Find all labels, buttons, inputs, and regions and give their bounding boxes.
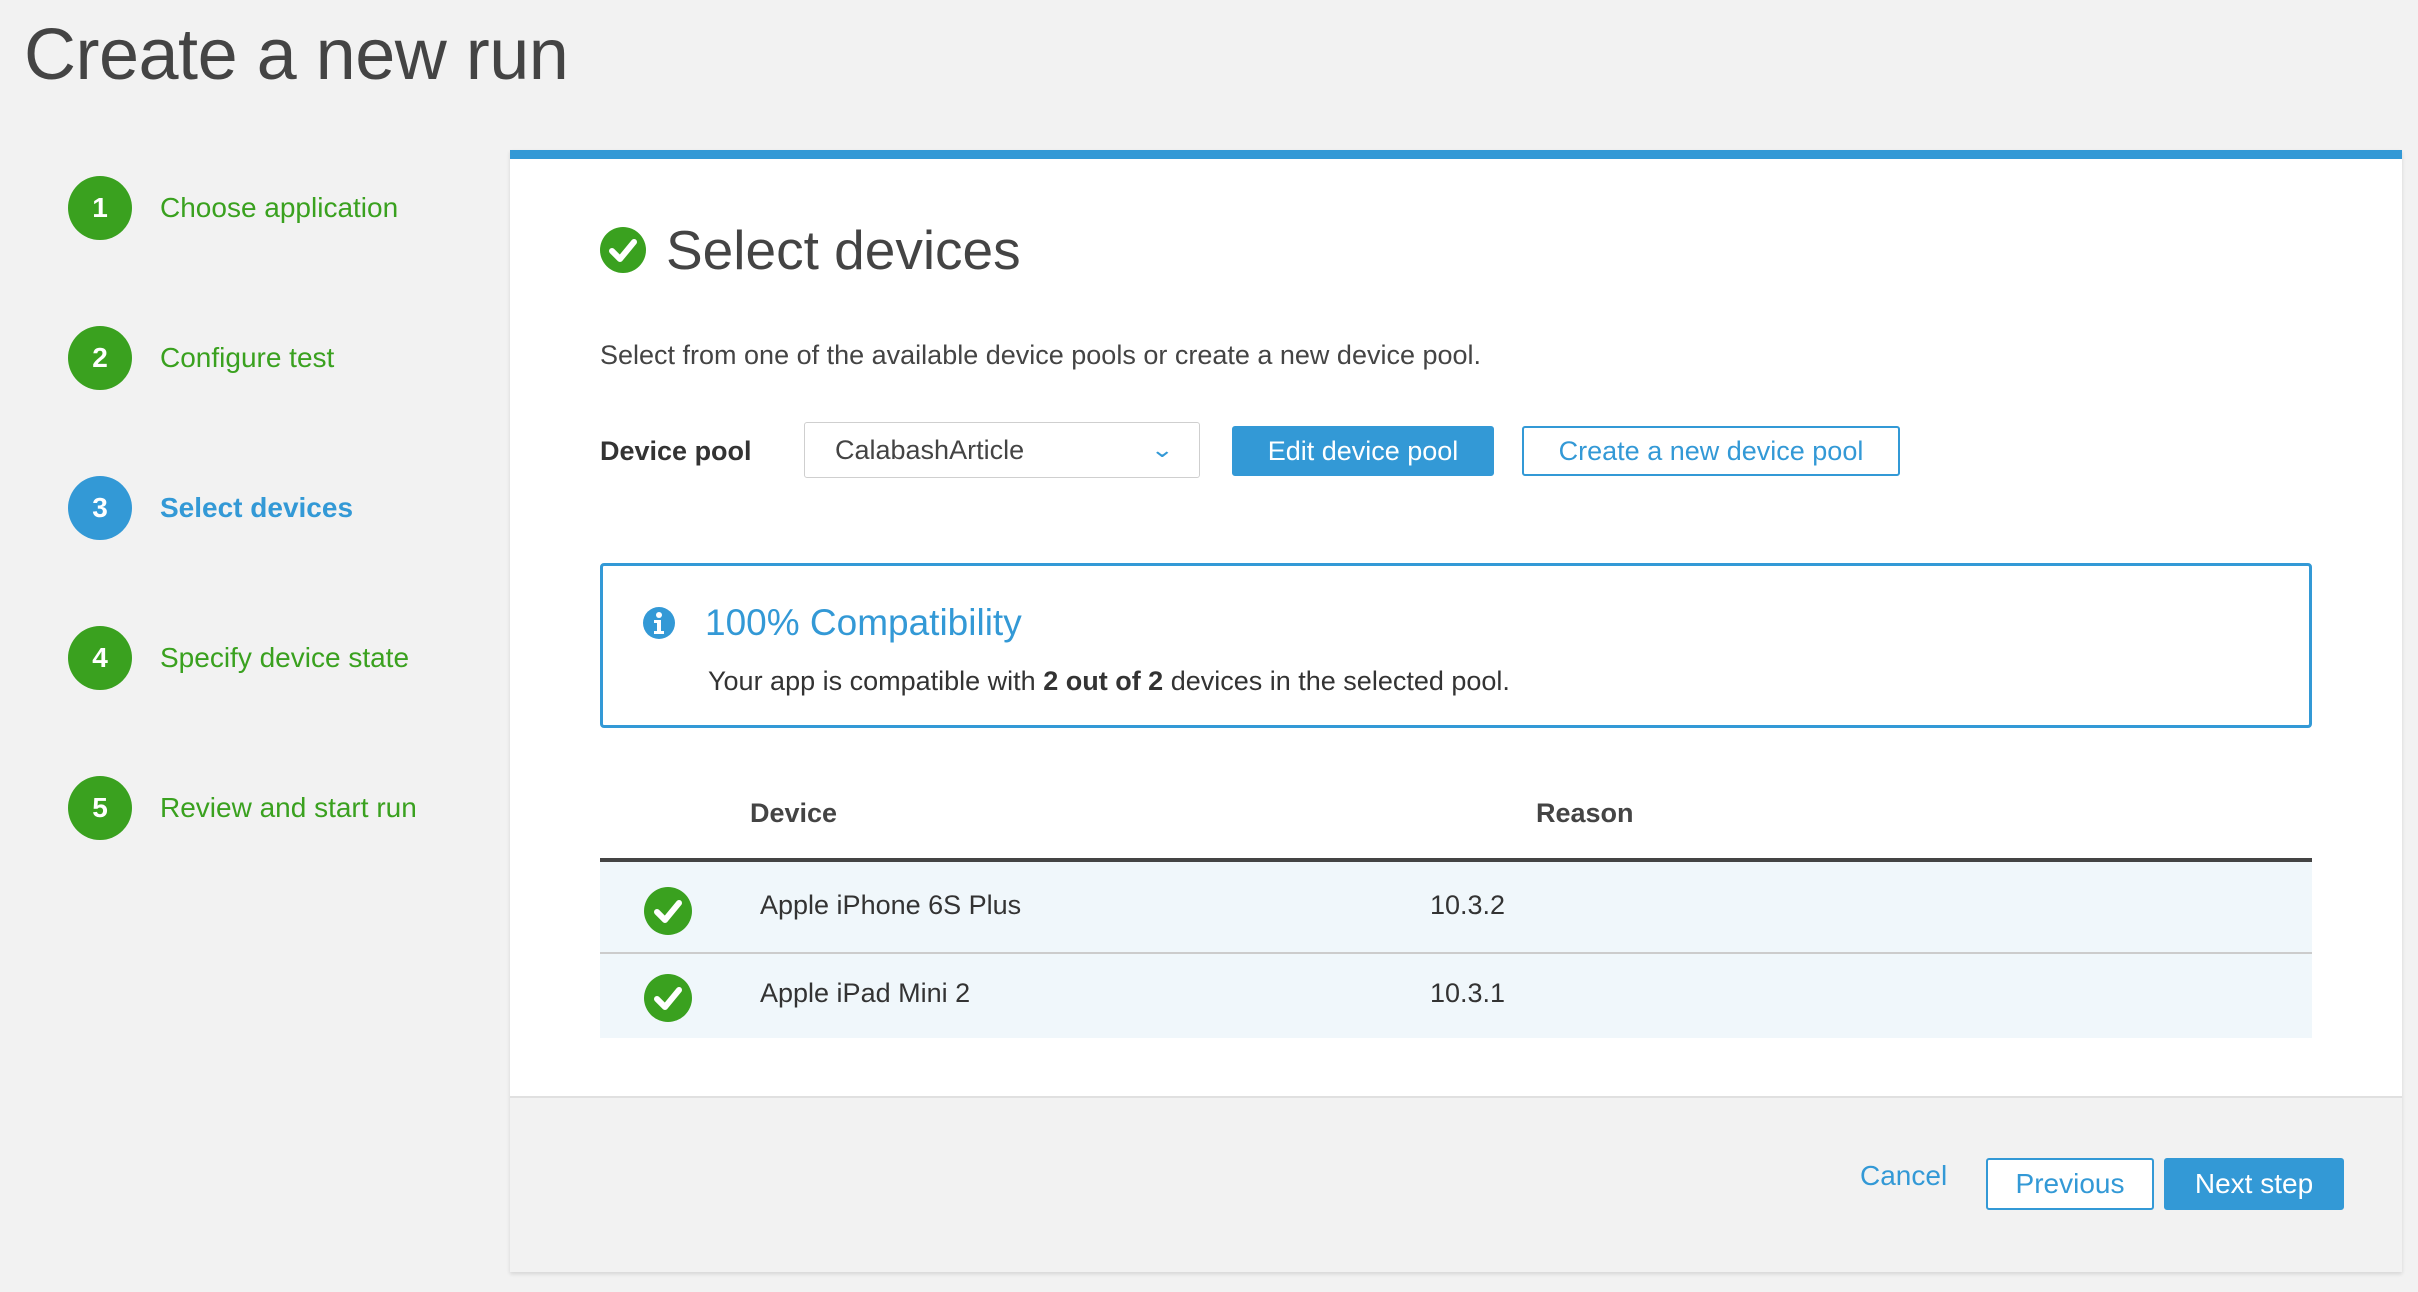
table-row[interactable]: Apple iPhone 6S Plus 10.3.2 (600, 862, 2312, 952)
device-pool-selected-value: CalabashArticle (835, 434, 1025, 465)
device-pool-label: Device pool (600, 436, 752, 466)
page-title: Create a new run (24, 15, 569, 95)
device-name: Apple iPad Mini 2 (760, 978, 971, 1008)
previous-button[interactable]: Previous (1986, 1158, 2154, 1210)
cancel-button[interactable]: Cancel (1860, 1160, 1947, 1192)
step-label: Configure test (160, 342, 335, 373)
compatibility-text-suffix: devices in the selected pool. (1163, 666, 1510, 696)
step-number-badge: 3 (68, 476, 132, 540)
step-label: Specify device state (160, 642, 410, 673)
table-row[interactable]: Apple iPad Mini 2 10.3.1 (600, 952, 2312, 1038)
compatibility-message: Your app is compatible with 2 out of 2 d… (708, 666, 1510, 697)
check-circle-icon (644, 887, 692, 935)
device-pool-row: Device pool CalabashArticle ⌄ Edit devic… (600, 422, 2400, 480)
table-header: Device Reason (600, 780, 2312, 862)
device-reason: 10.3.1 (1430, 978, 1506, 1008)
compatibility-title-row: 100% Compatibility (643, 602, 1022, 644)
column-header-device[interactable]: Device (750, 798, 837, 829)
edit-device-pool-button[interactable]: Edit device pool (1232, 426, 1494, 476)
step-label: Review and start run (160, 792, 417, 823)
check-circle-icon (600, 227, 646, 273)
compatibility-title: 100% Compatibility (705, 602, 1022, 643)
step-specify-device-state[interactable]: 4 Specify device state (68, 626, 409, 690)
compatibility-count: 2 out of 2 (1043, 666, 1164, 696)
device-name: Apple iPhone 6S Plus (760, 890, 1022, 920)
step-label: Choose application (160, 192, 399, 223)
step-number-badge: 4 (68, 626, 132, 690)
step-select-devices[interactable]: 3 Select devices (68, 476, 353, 540)
step-number-badge: 1 (68, 176, 132, 240)
panel-accent-bar (510, 150, 2402, 159)
panel-description: Select from one of the available device … (600, 340, 1482, 370)
create-device-pool-button[interactable]: Create a new device pool (1522, 426, 1900, 476)
step-number-badge: 5 (68, 776, 132, 840)
check-circle-icon (644, 974, 692, 1022)
step-choose-application[interactable]: 1 Choose application (68, 176, 398, 240)
step-review-and-start-run[interactable]: 5 Review and start run (68, 776, 417, 840)
compatibility-info-box: 100% Compatibility Your app is compatibl… (600, 563, 2312, 728)
device-table: Device Reason Apple iPhone 6S Plus 10.3.… (600, 780, 2312, 1038)
chevron-down-icon: ⌄ (1149, 437, 1174, 462)
step-number-badge: 2 (68, 326, 132, 390)
panel-footer: Cancel Previous Next step (510, 1096, 2402, 1272)
select-devices-panel: Select devices Select from one of the av… (510, 150, 2402, 1272)
next-step-button[interactable]: Next step (2164, 1158, 2344, 1210)
info-icon (643, 607, 675, 639)
compatibility-text-prefix: Your app is compatible with (708, 666, 1044, 696)
device-reason: 10.3.2 (1430, 890, 1506, 920)
step-configure-test[interactable]: 2 Configure test (68, 326, 334, 390)
device-pool-select[interactable]: CalabashArticle ⌄ (804, 422, 1200, 478)
panel-heading: Select devices (600, 218, 1021, 282)
column-header-reason[interactable]: Reason (1536, 798, 1634, 829)
step-label: Select devices (160, 492, 354, 523)
panel-title: Select devices (666, 219, 1021, 281)
